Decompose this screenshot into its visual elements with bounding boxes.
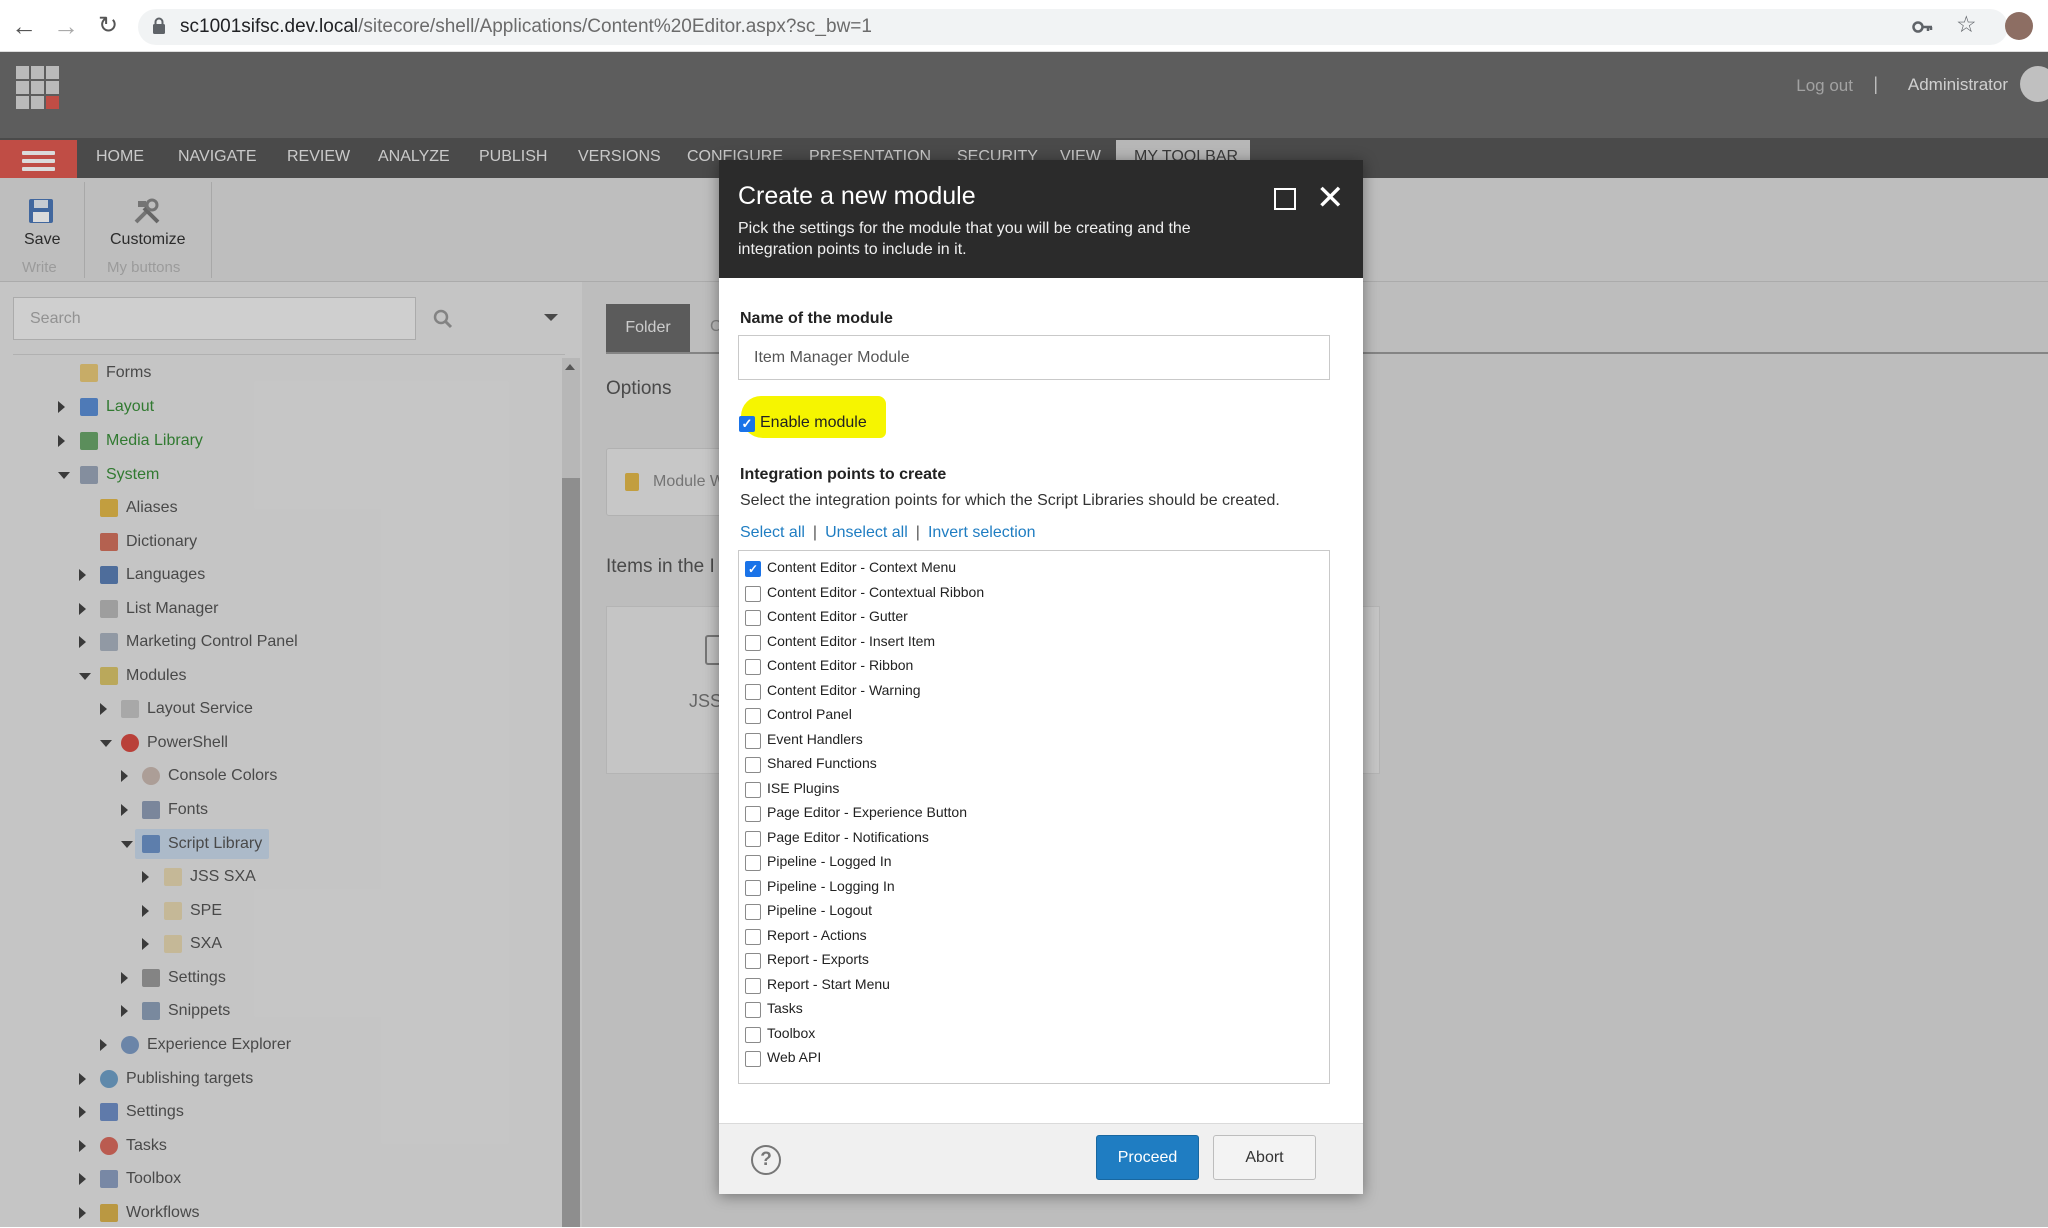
back-arrow-icon[interactable]: ← [8,10,40,42]
integration-point-label: Content Editor - Context Menu [767,559,957,575]
integration-points-description: Select the integration points for which … [740,492,1280,509]
browser-toolbar: ← → ↻ sc1001sifsc.dev.local/sitecore/she… [0,0,2048,52]
key-icon[interactable] [1912,17,1934,37]
integration-point-checkbox[interactable] [745,904,761,920]
proceed-button[interactable]: Proceed [1096,1135,1199,1180]
integration-point-label: Page Editor - Notifications [767,828,929,845]
link-separator: | [915,524,920,541]
integration-point-label: Web API [767,1049,822,1065]
dialog-header: Create a new module Pick the settings fo… [719,160,1363,278]
dialog-title: Create a new module [738,182,976,210]
select-all-link[interactable]: Select all [740,524,805,541]
integration-point-label: Shared Functions [767,755,877,771]
integration-point-checkbox[interactable] [745,953,761,969]
profile-avatar[interactable] [2005,12,2033,40]
module-name-label: Name of the module [740,310,893,327]
integration-point-checkbox[interactable] [745,659,761,675]
help-question-icon[interactable]: ? [751,1145,781,1175]
dialog-subtitle: Pick the settings for the module that yo… [738,220,1191,258]
lock-icon [153,17,165,34]
url-text: sc1001sifsc.dev.local/sitecore/shell/App… [180,16,872,38]
integration-point-label: Content Editor - Warning [767,681,921,698]
integration-point-label: Pipeline - Logged In [767,853,892,869]
create-module-dialog: Create a new module Pick the settings fo… [719,160,1363,1194]
integration-points-title: Integration points to create [740,466,947,483]
integration-point-label: ISE Plugins [767,779,840,796]
integration-point-checkbox[interactable] [745,977,761,994]
integration-point-label: Report - Exports [767,951,869,967]
address-bar[interactable]: sc1001sifsc.dev.local/sitecore/shell/App… [138,9,2008,45]
integration-point-checkbox[interactable] [745,1051,761,1067]
integration-point-checkbox[interactable] [745,830,761,847]
link-separator: | [812,524,818,541]
reload-icon[interactable]: ↻ [92,10,124,42]
integration-point-label: Toolbox [767,1024,816,1041]
integration-point-checkbox[interactable] [745,879,761,896]
selection-links: Select all | Unselect all | Invert selection [740,524,1036,542]
integration-point-checkbox[interactable] [745,1026,761,1043]
url-path: /sitecore/shell/Applications/Content%20E… [358,16,872,37]
integration-point-label: Content Editor - Gutter [767,608,908,624]
integration-point-checkbox[interactable] [745,683,761,700]
integration-points-list[interactable]: ✓ Content Editor - Context Menu Content E… [738,550,1330,1084]
integration-point-checkbox[interactable] [745,610,761,626]
integration-point-label: Content Editor - Contextual Ribbon [767,583,985,600]
url-host: sc1001sifsc.dev.local [180,16,359,37]
integration-point-label: Report - Actions [767,926,867,943]
integration-point-checkbox[interactable] [745,757,761,773]
unselect-all-link[interactable]: Unselect all [825,524,908,541]
integration-point-label: Tasks [767,1000,803,1016]
invert-selection-link[interactable]: Invert selection [928,524,1036,541]
integration-point-checkbox[interactable] [745,806,761,822]
integration-point-label: Content Editor - Ribbon [767,657,914,673]
integration-point-checkbox[interactable] [745,585,761,602]
enable-module-label[interactable]: Enable module [760,414,867,432]
integration-point-checkbox[interactable] [745,781,761,798]
integration-point-checkbox[interactable] [745,1002,761,1018]
integration-point-label: Pipeline - Logging In [767,877,895,894]
forward-arrow-icon[interactable]: → [50,10,82,42]
integration-point-label: Control Panel [767,706,852,722]
integration-point-label: Page Editor - Experience Button [767,804,968,820]
integration-point-label: Event Handlers [767,730,863,747]
integration-point-checkbox[interactable] [745,708,761,724]
star-icon[interactable]: ☆ [1956,11,1977,38]
enable-module-checkbox[interactable]: ✓ [739,416,755,432]
integration-point-label: Content Editor - Insert Item [767,632,936,649]
maximize-icon[interactable] [1274,188,1296,210]
integration-point-checkbox[interactable] [745,732,761,749]
abort-button[interactable]: Abort [1213,1135,1316,1180]
integration-point-checkbox[interactable] [745,634,761,651]
integration-point-label: Report - Start Menu [767,975,890,992]
integration-point-checkbox[interactable] [745,855,761,871]
integration-point-checkbox[interactable]: ✓ [745,561,761,577]
module-name-input[interactable] [738,335,1330,380]
close-icon[interactable]: ✕ [1316,178,1345,218]
integration-point-checkbox[interactable] [745,928,761,945]
integration-point-label: Pipeline - Logout [767,902,873,918]
